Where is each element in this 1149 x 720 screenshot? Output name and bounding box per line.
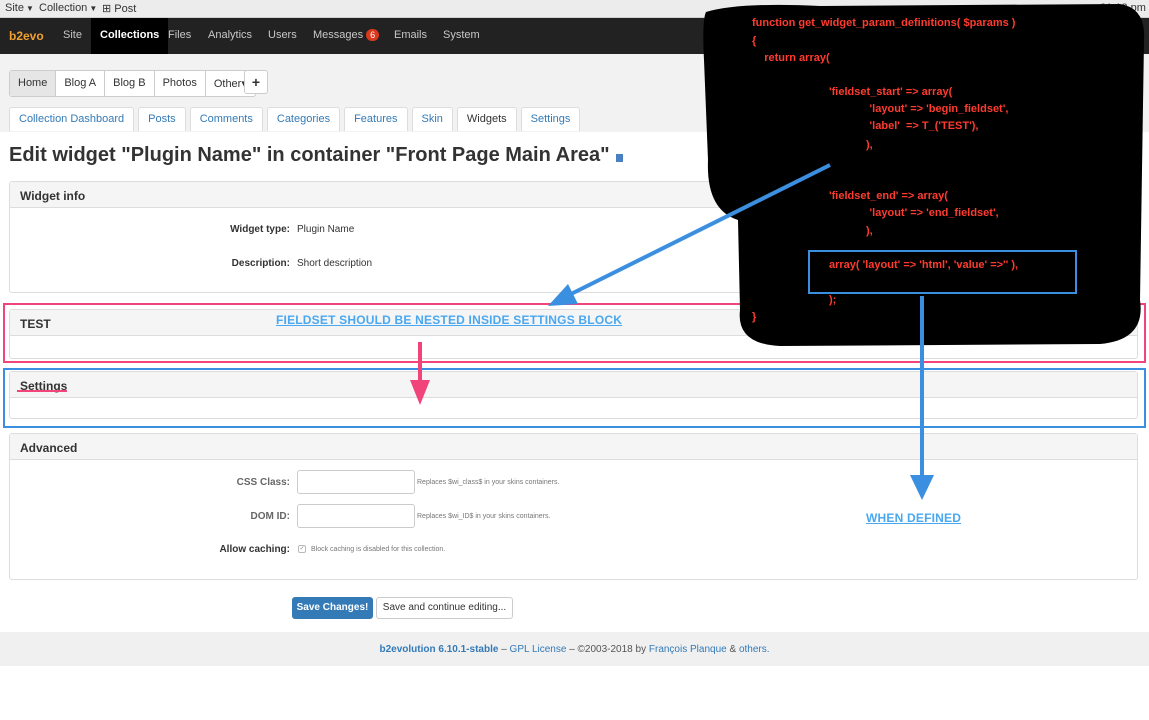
tab-skin[interactable]: Skin <box>411 107 453 131</box>
page-title: Edit widget "Plugin Name" in container "… <box>9 144 623 167</box>
footer-author-link[interactable]: François Planque <box>649 644 727 655</box>
save-continue-button[interactable]: Save and continue editing... <box>376 597 513 619</box>
code-line: ), <box>866 225 873 237</box>
nav-site[interactable]: Site <box>63 29 82 41</box>
tab-posts[interactable]: Posts <box>138 107 186 131</box>
save-changes-button[interactable]: Save Changes! <box>292 597 373 619</box>
os-menu-site-label: Site <box>5 2 24 14</box>
collection-blog-b[interactable]: Blog B <box>105 71 155 96</box>
allow-caching-label: Allow caching: <box>219 544 290 555</box>
collection-blog-a[interactable]: Blog A <box>56 71 106 96</box>
widget-type-label: Widget type: <box>230 224 290 235</box>
nav-collections[interactable]: Collections <box>91 18 169 54</box>
page-title-text: Edit widget "Plugin Name" in container "… <box>9 144 610 166</box>
tab-collection-dashboard[interactable]: Collection Dashboard <box>9 107 135 131</box>
footer-others-link[interactable]: others. <box>739 644 770 655</box>
description-value: Short description <box>297 258 373 269</box>
annotation-blue-box <box>3 368 1146 428</box>
nav-emails[interactable]: Emails <box>394 29 427 41</box>
code-line: 'layout' => 'begin_fieldset', <box>839 103 1009 115</box>
css-class-input[interactable] <box>297 470 415 494</box>
os-menu-post-label: Post <box>114 3 137 15</box>
annotation-defined-note: WHEN DEFINED <box>866 511 962 525</box>
css-class-hint: Replaces $wi_class$ in your skins contai… <box>417 479 560 486</box>
add-collection-button[interactable]: + <box>244 70 268 94</box>
code-line: } <box>752 311 757 323</box>
code-line: function get_widget_param_definitions( $… <box>752 17 1016 29</box>
brand-logo[interactable]: b2evo <box>9 29 44 43</box>
caret-down-icon: ▼ <box>89 4 98 13</box>
collection-tabs: Collection Dashboard Posts Comments Cate… <box>9 107 581 131</box>
annotation-underline <box>17 390 67 392</box>
collection-home[interactable]: Home <box>10 71 57 96</box>
allow-caching-checkbox[interactable]: ✓ <box>298 545 306 553</box>
tab-features[interactable]: Features <box>344 107 408 131</box>
description-label: Description: <box>231 258 290 269</box>
messages-count-badge: 6 <box>366 29 380 41</box>
code-line: 'label' => T_('TEST'), <box>839 120 979 132</box>
code-line: { <box>752 35 757 47</box>
collection-photos[interactable]: Photos <box>155 71 206 96</box>
tab-categories[interactable]: Categories <box>266 107 341 131</box>
footer-copyright: – ©2003-2018 by <box>566 644 649 655</box>
widget-type-value: Plugin Name <box>297 224 355 235</box>
footer-license-link[interactable]: GPL License <box>510 644 567 655</box>
collection-switcher: Home Blog A Blog B Photos Other▾ <box>9 70 256 97</box>
allow-caching-hint: Block caching is disabled for this colle… <box>311 546 446 553</box>
edit-icon[interactable] <box>615 154 623 162</box>
caret-down-icon: ▼ <box>25 4 34 13</box>
os-menu-collection-label: Collection <box>39 2 88 14</box>
code-line: ); <box>829 294 837 306</box>
code-line: 'fieldset_start' => array( <box>829 86 953 98</box>
advanced-panel: Advanced CSS Class: Replaces $wi_class$ … <box>9 433 1138 580</box>
footer-amp: & <box>726 644 739 655</box>
nav-system[interactable]: System <box>443 29 480 41</box>
nav-analytics[interactable]: Analytics <box>208 29 252 41</box>
dom-id-input[interactable] <box>297 504 415 528</box>
nav-files[interactable]: Files <box>168 29 191 41</box>
code-line: ), <box>866 139 873 151</box>
code-line: 'fieldset_end' => array( <box>829 190 948 202</box>
code-line: 'layout' => 'end_fieldset', <box>839 207 999 219</box>
os-menu-post[interactable]: ⊞ Post <box>102 2 136 15</box>
dom-id-hint: Replaces $wi_ID$ in your skins container… <box>417 513 551 520</box>
nav-messages[interactable]: Messages 6 <box>313 29 380 41</box>
nav-messages-label: Messages <box>313 29 364 41</box>
tab-settings[interactable]: Settings <box>520 107 581 131</box>
advanced-heading: Advanced <box>10 434 1137 460</box>
code-highlight-box <box>808 250 1077 294</box>
os-menu-collection[interactable]: Collection ▼ <box>39 2 97 14</box>
footer-product-link[interactable]: b2evolution 6.10.1-stable <box>379 644 498 655</box>
code-line: return array( <box>752 52 830 64</box>
annotation-fieldset-note: FIELDSET SHOULD BE NESTED INSIDE SETTING… <box>276 313 623 327</box>
tab-comments[interactable]: Comments <box>189 107 263 131</box>
nav-users[interactable]: Users <box>268 29 297 41</box>
dom-id-label: DOM ID: <box>250 511 290 522</box>
css-class-label: CSS Class: <box>236 477 290 488</box>
plus-icon: ⊞ <box>102 3 112 15</box>
footer: b2evolution 6.10.1-stable – GPL License … <box>0 632 1149 666</box>
tab-widgets[interactable]: Widgets <box>456 107 517 131</box>
footer-sep: – <box>498 644 510 655</box>
os-menu-site[interactable]: Site ▼ <box>5 2 34 14</box>
